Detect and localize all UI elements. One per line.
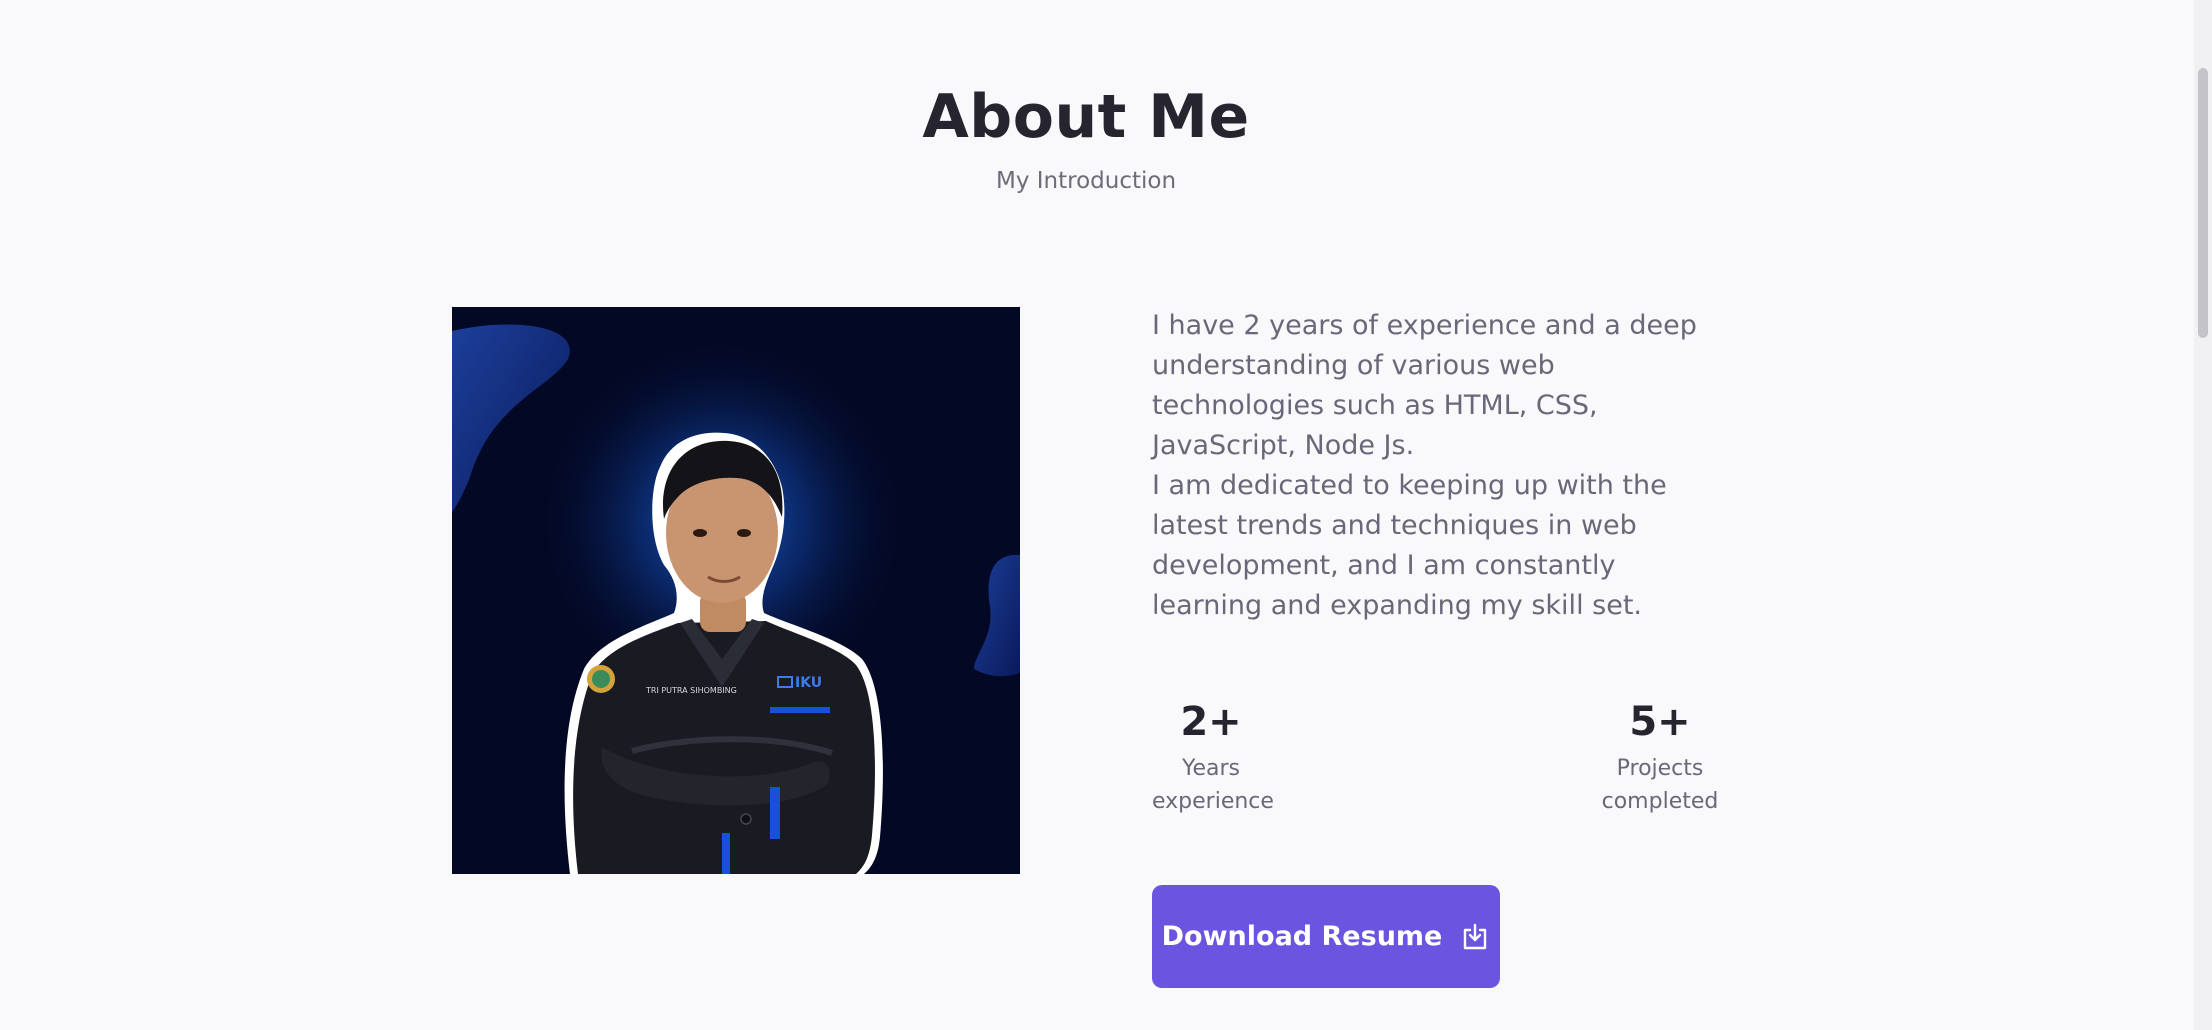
section-subtitle: My Introduction [995,168,1177,194]
stat-number: 2+ [1180,699,1242,745]
stat-number: 5+ [1629,699,1691,745]
shirt-badge-text: IKU [795,675,822,691]
download-resume-label: Download Resume [1161,921,1443,952]
about-section: About Me My Introduction TRI PUTRA SIHOM… [0,0,2194,1030]
stat-label: Projects completed [1596,752,1724,818]
stat-label: Years experience [1152,752,1274,818]
stat-projects-completed: 5+ Projects completed [1596,694,1724,818]
page-scrollbar[interactable] [2194,0,2212,1030]
stat-label-line-2: experience [1152,789,1274,814]
about-paragraph-2: I am dedicated to keeping up with the la… [1152,470,1667,621]
download-resume-button[interactable]: Download Resume [1152,885,1500,988]
shirt-name-text: TRI PUTRA SIHOMBING [645,686,737,695]
about-paragraph-1: I have 2 years of experience and a deep … [1152,310,1697,461]
stat-years-experience: 2+ Years experience [1152,694,1274,818]
about-description: I have 2 years of experience and a deep … [1152,306,1712,626]
profile-photo: TRI PUTRA SIHOMBING IKU [452,307,1020,874]
section-title: About Me [922,82,1250,152]
stat-label-line-2: completed [1601,789,1719,814]
download-icon [1460,922,1490,952]
stat-label-line-1: Years [1181,756,1241,781]
stat-label-line-1: Projects [1616,756,1704,781]
scrollbar-thumb[interactable] [2198,68,2208,338]
